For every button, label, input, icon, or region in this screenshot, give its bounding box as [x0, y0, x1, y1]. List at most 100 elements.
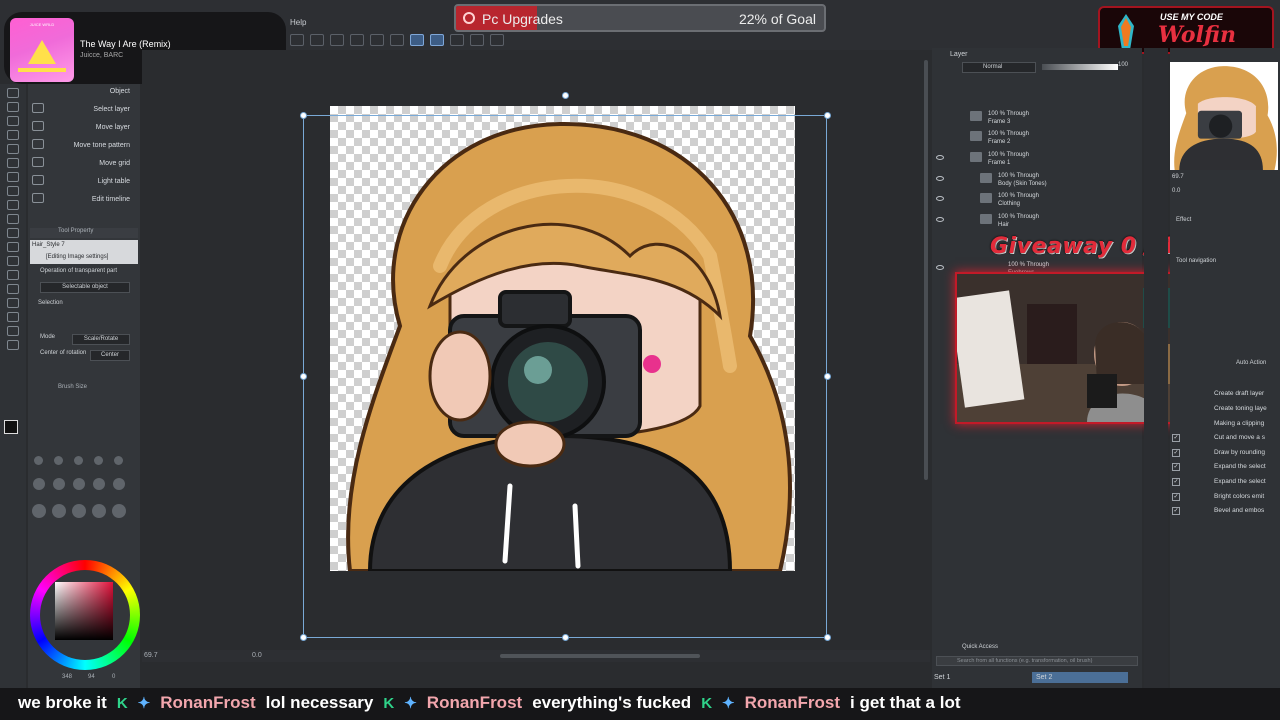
- layer-row[interactable]: 100 % Through Clothing: [936, 190, 1140, 210]
- auto-action-row[interactable]: ✓ Cut and move a s: [1172, 432, 1278, 445]
- brush-size-preset[interactable]: [92, 504, 106, 518]
- set-2-tab[interactable]: Set 2: [1032, 672, 1128, 683]
- layer-row[interactable]: 100 % Through Frame 2: [950, 128, 1140, 148]
- opacity-slider[interactable]: [1042, 64, 1118, 70]
- opacity-value[interactable]: 100: [1118, 62, 1138, 73]
- action-check-icon[interactable]: ✓: [1172, 478, 1180, 486]
- transform-handle[interactable]: [300, 112, 307, 119]
- navigator-zoom[interactable]: 69.7: [1172, 174, 1184, 180]
- menu-help[interactable]: Help: [290, 18, 306, 27]
- visibility-eye-icon[interactable]: [936, 176, 944, 181]
- visibility-eye-icon[interactable]: [936, 265, 944, 270]
- layer-row[interactable]: 100 % Through Body (Skin Tones): [936, 170, 1140, 190]
- tool-blend-icon[interactable]: [7, 214, 19, 224]
- tool-gradient-icon[interactable]: [7, 242, 19, 252]
- brush-icon[interactable]: [450, 34, 464, 46]
- action-check-icon[interactable]: ✓: [1172, 493, 1180, 501]
- tool-move-icon[interactable]: [7, 88, 19, 98]
- tool-figure-icon[interactable]: [7, 256, 19, 266]
- auto-action-row[interactable]: ✓ Expand the select: [1172, 461, 1278, 474]
- color-wheel[interactable]: [30, 560, 140, 670]
- brush-size-preset[interactable]: [94, 456, 103, 465]
- tool-eraser-icon[interactable]: [7, 200, 19, 210]
- auto-action-row[interactable]: Making a clipping: [1172, 418, 1278, 431]
- brush-size-preset[interactable]: [114, 456, 123, 465]
- tool-brush-icon[interactable]: [7, 158, 19, 168]
- visibility-eye-icon[interactable]: [936, 217, 944, 222]
- set-1-tab[interactable]: Set 1: [934, 674, 950, 681]
- transform-handle[interactable]: [300, 373, 307, 380]
- subtool-move-layer[interactable]: Move layer: [30, 124, 130, 131]
- color-saturation-square[interactable]: [55, 582, 113, 640]
- mode-select[interactable]: Scale/Rotate: [72, 334, 130, 345]
- subtool-select-layer[interactable]: Select layer: [30, 106, 130, 113]
- subtool-move-grid[interactable]: Move grid: [30, 160, 130, 167]
- auto-action-row[interactable]: ✓ Expand the select: [1172, 476, 1278, 489]
- brush-size-preset[interactable]: [52, 504, 66, 518]
- tool-correct-icon[interactable]: [7, 326, 19, 336]
- action-check-icon[interactable]: ✓: [1172, 434, 1180, 442]
- subtool-edit-timeline[interactable]: Edit timeline: [30, 196, 130, 203]
- subtool-light-table[interactable]: Light table: [30, 178, 130, 185]
- transform-handle[interactable]: [824, 373, 831, 380]
- auto-action-row[interactable]: Create draft layer: [1172, 388, 1278, 401]
- action-check-icon[interactable]: ✓: [1172, 463, 1180, 471]
- brush-size-preset[interactable]: [32, 504, 46, 518]
- transform-icon[interactable]: [330, 34, 344, 46]
- tool-frame-icon[interactable]: [7, 270, 19, 280]
- navigator-angle[interactable]: 0.0: [1172, 188, 1180, 194]
- action-check-icon[interactable]: ✓: [1172, 507, 1180, 515]
- transform-handle[interactable]: [824, 634, 831, 641]
- auto-action-row[interactable]: ✓ Draw by rounding: [1172, 447, 1278, 460]
- transform-handle[interactable]: [300, 634, 307, 641]
- pen-icon[interactable]: [430, 34, 444, 46]
- tool-fill-icon[interactable]: [7, 228, 19, 238]
- quick-access-search[interactable]: Search from all functions (e.g. transfor…: [936, 656, 1138, 666]
- brush-size-preset[interactable]: [93, 478, 105, 490]
- tool-text-icon[interactable]: [7, 284, 19, 294]
- help-icon[interactable]: [490, 34, 504, 46]
- tool-ruler-icon[interactable]: [7, 312, 19, 322]
- subtool-move-tone-pattern[interactable]: Move tone pattern: [30, 142, 130, 149]
- layer-panel-title[interactable]: Layer: [950, 51, 968, 58]
- brush-size-preset[interactable]: [112, 504, 126, 518]
- tool-decoration-icon[interactable]: [7, 186, 19, 196]
- foreground-color-swatch[interactable]: [4, 420, 18, 434]
- tool-airbrush-icon[interactable]: [7, 172, 19, 182]
- canvas-vertical-scrollbar[interactable]: [924, 60, 928, 480]
- canvas-zoom[interactable]: 69.7: [144, 652, 158, 659]
- transform-selection-frame[interactable]: [303, 115, 827, 638]
- rotate-handle[interactable]: [562, 92, 569, 99]
- visibility-eye-icon[interactable]: [936, 155, 944, 160]
- tool-zoom-icon[interactable]: [7, 102, 19, 112]
- auto-action-row[interactable]: Create toning laye: [1172, 403, 1278, 416]
- brush-size-preset[interactable]: [33, 478, 45, 490]
- action-check-icon[interactable]: ✓: [1172, 449, 1180, 457]
- layer-row[interactable]: 100 % Through Hair: [936, 211, 1140, 231]
- tool-balloon-icon[interactable]: [7, 298, 19, 308]
- brush-size-preset[interactable]: [73, 478, 85, 490]
- clear-icon[interactable]: [350, 34, 364, 46]
- fill-icon[interactable]: [370, 34, 384, 46]
- tool-pencil-icon[interactable]: [7, 144, 19, 154]
- brush-size-preset[interactable]: [113, 478, 125, 490]
- brush-size-preset[interactable]: [54, 456, 63, 465]
- tool-eyedropper-icon[interactable]: [7, 340, 19, 350]
- canvas-horizontal-scrollbar[interactable]: [500, 654, 700, 658]
- blend-mode-select[interactable]: Normal: [962, 62, 1036, 73]
- select-icon[interactable]: [390, 34, 404, 46]
- visibility-eye-icon[interactable]: [936, 196, 944, 201]
- undo-icon[interactable]: [290, 34, 304, 46]
- brush-size-preset[interactable]: [72, 504, 86, 518]
- selectable-object-select[interactable]: Selectable object: [40, 282, 130, 293]
- auto-action-row[interactable]: ✓ Bright colors emit: [1172, 491, 1278, 504]
- transform-handle[interactable]: [562, 634, 569, 641]
- layer-row[interactable]: 100 % Through Frame 3: [950, 108, 1140, 128]
- center-select[interactable]: Center: [90, 350, 130, 361]
- brush-size-preset[interactable]: [53, 478, 65, 490]
- subtool-object[interactable]: Object: [30, 88, 130, 95]
- layer-row[interactable]: 100 % Through Frame 1: [936, 149, 1140, 169]
- redo-icon[interactable]: [310, 34, 324, 46]
- navigator-thumbnail[interactable]: [1170, 62, 1278, 170]
- lasso-icon[interactable]: [410, 34, 424, 46]
